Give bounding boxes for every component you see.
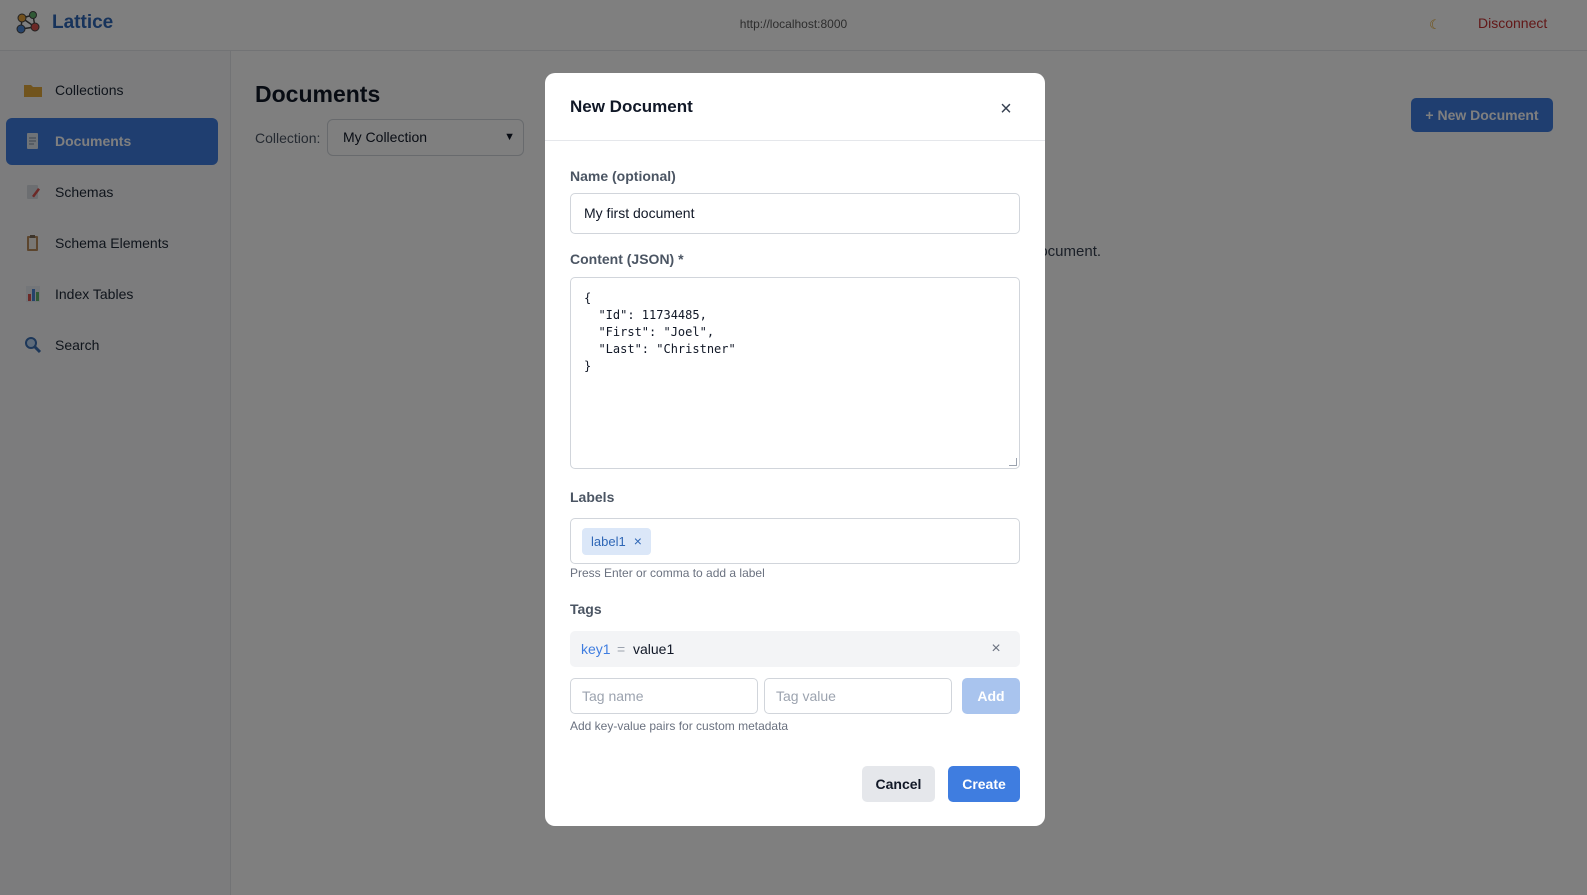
labels-helper-text: Press Enter or comma to add a label [570,566,765,580]
labels-input[interactable]: label1 × [570,518,1020,564]
remove-tag-icon[interactable]: × [988,631,1004,667]
tag-value: value1 [633,641,675,657]
modal-title: New Document [570,97,693,116]
tag-key: key1 [581,641,611,657]
add-tag-button[interactable]: Add [962,678,1020,714]
cancel-button[interactable]: Cancel [862,766,935,802]
resize-handle-icon[interactable] [1009,458,1017,466]
create-button[interactable]: Create [948,766,1020,802]
label-chip: label1 × [582,528,651,555]
close-icon[interactable]: × [997,99,1015,119]
tag-row: key1 = value1 × [570,631,1020,667]
modal-header: New Document × [545,73,1045,141]
tag-value-input[interactable]: Tag value [764,678,952,714]
tags-helper-text: Add key-value pairs for custom metadata [570,719,789,733]
labels-label: Labels [570,489,615,505]
content-json-text: { "Id": 11734485, "First": "Joel", "Last… [584,291,736,373]
name-label: Name (optional) [570,168,676,184]
tag-equals-sign: = [617,641,626,657]
new-document-modal: New Document × Name (optional) My first … [545,73,1045,826]
remove-label-icon[interactable]: × [634,533,642,549]
name-input[interactable]: My first document [570,193,1020,234]
tags-label: Tags [570,601,602,617]
label-chip-text: label1 [591,534,626,549]
content-label: Content (JSON) * [570,251,684,267]
tag-name-input[interactable]: Tag name [570,678,758,714]
content-json-textarea[interactable]: { "Id": 11734485, "First": "Joel", "Last… [570,277,1020,469]
